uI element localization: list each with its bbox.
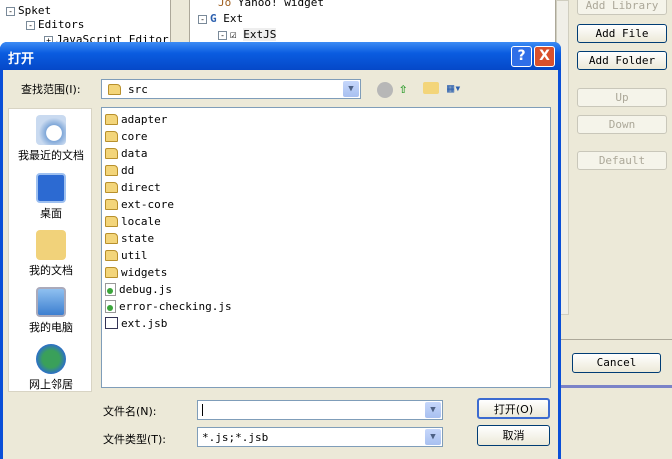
collapse-icon[interactable]: - [6, 6, 15, 16]
up-button[interactable]: Up [577, 88, 667, 107]
file-list-item[interactable]: core [105, 128, 148, 144]
window-border [561, 385, 672, 388]
tree-item-spket[interactable]: - Spket [6, 4, 51, 17]
file-list-item[interactable]: data [105, 145, 148, 161]
dialog-body: 查找范围(I): src ▼ ⇧ ▦▾ 我最近的文档 桌面 我的文档 我的电脑 … [3, 70, 558, 459]
dialog-title: 打开 [8, 52, 35, 67]
recent-documents-icon [36, 115, 66, 145]
chevron-down-icon[interactable]: ▼ [425, 402, 441, 418]
close-button[interactable]: X [534, 46, 555, 67]
file-list[interactable]: adapter core data dd direct ext-core locale sta… [101, 107, 551, 388]
file-list-item[interactable]: state [105, 230, 154, 246]
group-icon: G [210, 12, 224, 25]
default-button[interactable]: Default [577, 151, 667, 170]
collapse-icon[interactable]: - [26, 20, 35, 30]
widget-icon: Jo [218, 0, 238, 9]
filetype-dropdown[interactable]: *.js;*.jsb ▼ [197, 427, 443, 447]
place-recent[interactable]: 我最近的文档 [9, 115, 93, 163]
filename-label: 文件名(N): [103, 405, 157, 418]
file-list-item[interactable]: util [105, 247, 148, 263]
add-folder-button[interactable]: Add Folder [577, 51, 667, 70]
place-network[interactable]: 网上邻居 [9, 344, 93, 392]
file-list-item[interactable]: error-checking.js [105, 298, 232, 314]
js-file-icon [105, 282, 116, 296]
filetype-label: 文件类型(T): [103, 433, 167, 446]
place-desktop[interactable]: 桌面 [9, 173, 93, 221]
cancel-button[interactable]: 取消 [477, 425, 550, 446]
places-bar: 我最近的文档 桌面 我的文档 我的电脑 网上邻居 [8, 108, 92, 392]
library-icon: ☑ [230, 28, 244, 41]
file-list-item[interactable]: direct [105, 179, 161, 195]
open-button[interactable]: 打开(O) [477, 398, 550, 419]
look-in-label: 查找范围(I): [21, 83, 81, 96]
file-list-item[interactable]: ext.jsb [105, 315, 167, 331]
view-menu-icon[interactable]: ▦▾ [447, 81, 469, 97]
my-computer-icon [36, 287, 66, 317]
down-button[interactable]: Down [577, 115, 667, 134]
folder-icon [108, 84, 121, 95]
folder-icon [105, 130, 118, 142]
look-in-dropdown[interactable]: src ▼ [101, 79, 361, 99]
tree-item-ext[interactable]: -G Ext [198, 12, 243, 25]
tree-item-yahoo-widget[interactable]: Jo Yahoo! widget [218, 0, 324, 9]
collapse-icon[interactable]: - [218, 30, 227, 40]
chevron-down-icon[interactable]: ▼ [425, 429, 441, 445]
help-button[interactable]: ? [511, 46, 532, 67]
folder-icon [105, 164, 118, 176]
folder-icon [105, 113, 118, 125]
place-my-documents[interactable]: 我的文档 [9, 230, 93, 278]
folder-icon [105, 181, 118, 193]
separator [561, 339, 672, 340]
file-list-item[interactable]: adapter [105, 111, 167, 127]
cancel-button-bg[interactable]: Cancel [572, 353, 661, 373]
file-list-item[interactable]: ext-core [105, 196, 174, 212]
tree-item-editors[interactable]: - Editors [26, 18, 84, 31]
folder-icon [105, 147, 118, 159]
title-bar[interactable]: 打开 ? X [0, 42, 561, 70]
folder-icon [105, 198, 118, 210]
tree-item-extjs[interactable]: - ☑ ExtJS [218, 28, 277, 41]
network-places-icon [36, 344, 66, 374]
folder-icon [105, 232, 118, 244]
file-list-item[interactable]: debug.js [105, 281, 172, 297]
chevron-down-icon[interactable]: ▼ [343, 81, 359, 97]
up-folder-icon[interactable]: ⇧ [399, 81, 415, 97]
file-list-item[interactable]: dd [105, 162, 134, 178]
open-dialog: 打开 ? X 查找范围(I): src ▼ ⇧ ▦▾ 我最近的文档 桌面 我的文… [0, 42, 561, 459]
back-icon[interactable] [377, 82, 393, 98]
add-file-button[interactable]: Add File [577, 24, 667, 43]
my-documents-icon [36, 230, 66, 260]
add-library-button[interactable]: Add Library [577, 0, 667, 15]
new-folder-icon[interactable] [423, 82, 439, 94]
desktop-icon [36, 173, 66, 203]
collapse-icon[interactable]: - [198, 14, 207, 24]
folder-icon [105, 215, 118, 227]
folder-icon [105, 266, 118, 278]
file-list-item[interactable]: locale [105, 213, 161, 229]
jsb-file-icon [105, 317, 118, 329]
folder-icon [105, 249, 118, 261]
place-my-computer[interactable]: 我的电脑 [9, 287, 93, 335]
js-file-icon [105, 299, 116, 313]
file-list-item[interactable]: widgets [105, 264, 167, 280]
filename-input[interactable]: ▼ [197, 400, 443, 420]
